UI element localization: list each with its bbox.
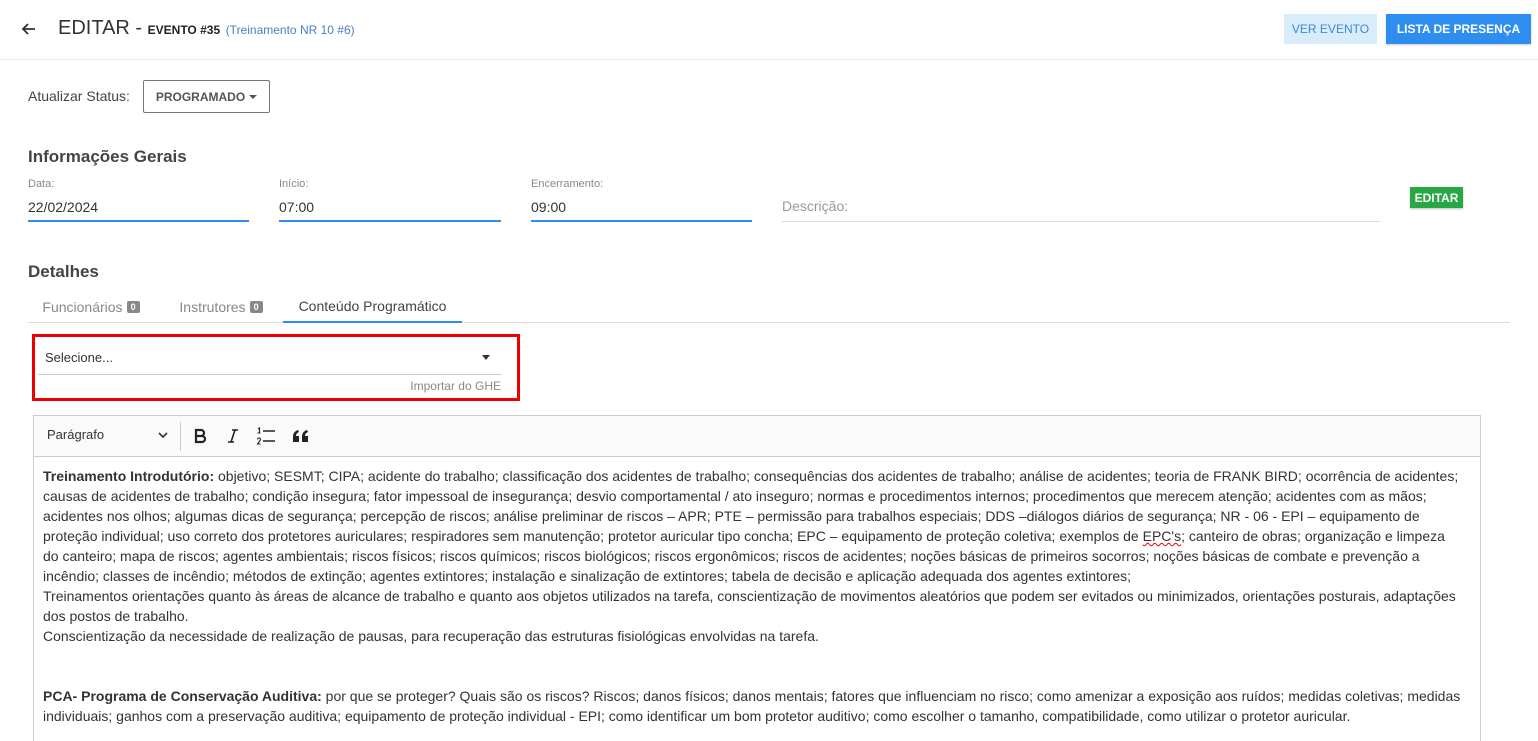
caret-down-icon: [482, 355, 490, 360]
event-number: EVENTO #35: [147, 23, 221, 37]
editor-toolbar: Parágrafo: [34, 416, 1480, 457]
editar-button[interactable]: EDITAR: [1410, 187, 1463, 208]
chevron-down-icon: [158, 432, 168, 439]
data-field[interactable]: Data: 22/02/2024: [28, 178, 249, 222]
paragraph-format-value: Parágrafo: [47, 427, 105, 442]
status-dropdown[interactable]: PROGRAMADO: [143, 80, 270, 113]
spellcheck-word: EPC's: [1142, 528, 1182, 544]
back-arrow-icon[interactable]: [18, 18, 40, 40]
blockquote-icon[interactable]: [290, 425, 312, 447]
tab-conteudo-programatico[interactable]: Conteúdo Programático: [283, 290, 462, 323]
heading-treinamento-introdutorio: Treinamento Introdutório:: [43, 468, 215, 484]
tab-instrutores-label: Instrutores: [179, 298, 246, 315]
tab-conteudo-label: Conteúdo Programático: [298, 297, 447, 314]
tab-funcionarios-label: Funcionários: [42, 298, 123, 315]
encerramento-value: 09:00: [531, 199, 567, 215]
encerramento-underline: [531, 220, 752, 222]
numbered-list-icon[interactable]: [255, 425, 277, 447]
rich-text-editor: Parágrafo Treinamento Introdutório: obje…: [33, 415, 1481, 741]
tab-instrutores-badge: 0: [249, 300, 263, 313]
italic-icon[interactable]: [222, 425, 244, 447]
heading-pca: PCA- Programa de Conservação Auditiva:: [43, 688, 322, 704]
paragraph-pausas: Conscientização da necessidade de realiz…: [43, 628, 819, 644]
descricao-field[interactable]: Descrição:: [782, 192, 1380, 222]
ghe-select-placeholder: Selecione...: [45, 349, 113, 365]
page-title-text: EDITAR: [58, 17, 130, 39]
encerramento-field[interactable]: Encerramento: 09:00: [531, 178, 752, 222]
page-title: EDITAR - EVENTO #35 (Treinamento NR 10 #…: [58, 17, 355, 40]
tab-instrutores[interactable]: Instrutores 0: [166, 290, 276, 323]
tab-funcionarios-badge: 0: [126, 300, 140, 313]
ghe-helper-text: Importar do GHE: [410, 379, 501, 393]
data-label: Data:: [28, 178, 55, 190]
inicio-value: 07:00: [279, 199, 315, 215]
caret-down-icon: [249, 94, 258, 99]
encerramento-label: Encerramento:: [531, 178, 604, 190]
paragraph-pca: PCA- Programa de Conservação Auditiva: p…: [43, 686, 1463, 726]
lista-presenca-button[interactable]: LISTA DE PRESENÇA: [1386, 14, 1531, 44]
inicio-underline: [279, 220, 501, 222]
top-bar: EDITAR - EVENTO #35 (Treinamento NR 10 #…: [0, 0, 1538, 60]
tab-funcionarios[interactable]: Funcionários 0: [28, 290, 154, 323]
empty-lines: [43, 646, 1463, 686]
inicio-label: Início:: [279, 178, 309, 190]
info-section-title: Informações Gerais: [28, 147, 187, 166]
bold-icon[interactable]: [189, 425, 211, 447]
title-separator: -: [129, 17, 148, 39]
paragraph-format-select[interactable]: Parágrafo: [47, 427, 169, 442]
descricao-placeholder: Descrição:: [782, 198, 849, 214]
status-value: PROGRAMADO: [155, 89, 246, 104]
data-value: 22/02/2024: [28, 199, 99, 215]
ghe-import-box: Selecione... Importar do GHE: [32, 334, 520, 401]
details-tabs: Funcionários 0 Instrutores 0 Conteúdo Pr…: [28, 290, 1510, 323]
ghe-select[interactable]: Selecione...: [38, 340, 502, 375]
event-link[interactable]: (Treinamento NR 10 #6): [226, 23, 355, 37]
status-label: Atualizar Status:: [28, 88, 130, 104]
paragraph-treinamento-introdutorio: Treinamento Introdutório: objetivo; SESM…: [43, 466, 1463, 586]
data-underline: [28, 220, 249, 222]
toolbar-divider: [180, 422, 181, 451]
editor-content[interactable]: Treinamento Introdutório: objetivo; SESM…: [43, 466, 1463, 726]
ver-evento-button[interactable]: VER EVENTO: [1284, 14, 1377, 44]
inicio-field[interactable]: Início: 07:00: [279, 178, 501, 222]
paragraph-orientacoes: Treinamentos orientações quanto às áreas…: [43, 588, 1456, 624]
details-section-title: Detalhes: [28, 262, 99, 281]
